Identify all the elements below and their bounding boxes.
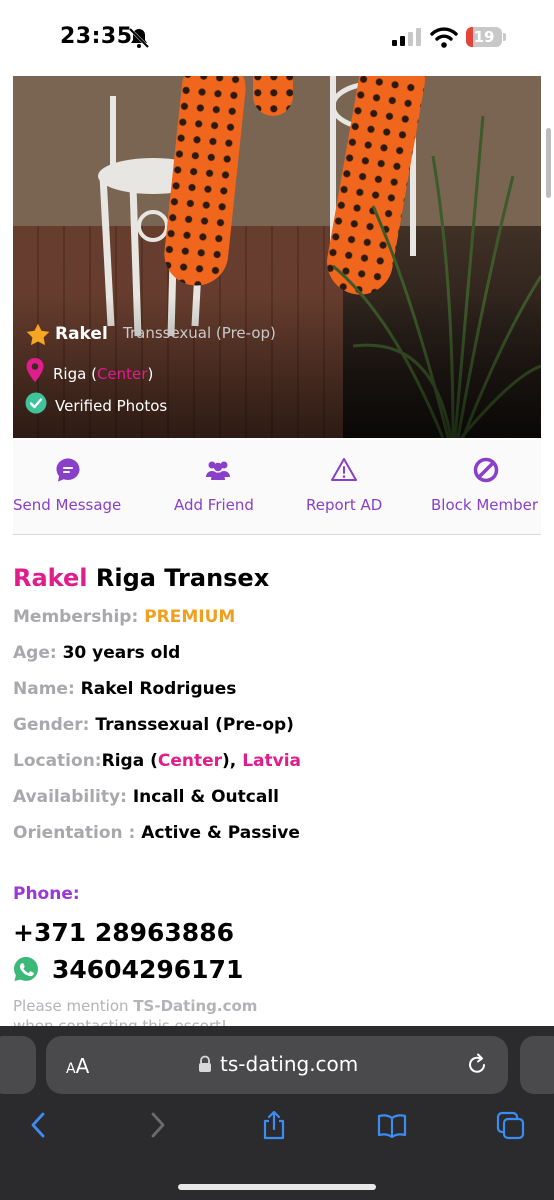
add-friend-button[interactable]: Add Friend — [161, 440, 273, 534]
hero-name: Rakel — [55, 324, 108, 344]
bookmarks-icon[interactable] — [377, 1110, 407, 1140]
hero-city: Riga — [53, 365, 87, 383]
next-tab-preview[interactable] — [520, 1036, 554, 1094]
block-member-button[interactable]: Block Member — [431, 440, 541, 534]
age-value: 30 years old — [62, 643, 181, 663]
name-row: Name: Rakel Rodrigues — [13, 679, 236, 699]
forward-icon[interactable] — [142, 1110, 172, 1140]
name-label: Name: — [13, 679, 75, 699]
battery-percentage: 19 — [473, 28, 495, 46]
verified-photos-label: Verified Photos — [55, 397, 168, 415]
users-icon — [206, 461, 230, 480]
availability-row: Availability: Incall & Outcall — [13, 787, 279, 807]
hero-location: Riga (Center) — [53, 365, 154, 383]
add-friend-label: Add Friend — [174, 496, 254, 514]
send-message-label: Send Message — [13, 496, 122, 514]
location-country-link[interactable]: Latvia — [242, 751, 301, 771]
location-city: Riga — [101, 751, 145, 771]
availability-value: Incall & Outcall — [132, 787, 279, 807]
membership-row: Membership: PREMIUM — [13, 607, 235, 627]
warning-icon — [331, 458, 357, 481]
orientation-value: Active & Passive — [141, 823, 300, 843]
profile-photo[interactable]: Rakel Transsexual (Pre-op) Riga (Center)… — [13, 76, 541, 438]
hero-district[interactable]: Center — [97, 365, 148, 383]
profile-title: Rakel Riga Transex — [13, 564, 269, 592]
back-icon[interactable] — [24, 1110, 54, 1140]
block-icon — [473, 457, 499, 483]
membership-value: PREMIUM — [144, 607, 236, 627]
location-district-link[interactable]: Center — [158, 751, 222, 771]
profile-actions: Send Message Add Friend Report AD Block … — [13, 440, 541, 535]
gender-label: Gender: — [13, 715, 90, 735]
report-ad-label: Report AD — [306, 496, 383, 514]
availability-label: Availability: — [13, 787, 127, 807]
address-bar[interactable]: AA ts-dating.com — [46, 1036, 508, 1094]
bell-slash-icon — [128, 27, 150, 49]
gender-row: Gender: Transsexual (Pre-op) — [13, 715, 294, 735]
tabs-icon[interactable] — [495, 1110, 525, 1140]
status-bar: 23:35 19 — [0, 0, 554, 76]
battery-icon: 19 — [466, 27, 502, 47]
lock-icon — [199, 1055, 211, 1072]
browser-toolbar: AA ts-dating.com — [0, 1026, 554, 1200]
location-pin-icon — [26, 358, 44, 382]
star-icon — [26, 323, 50, 346]
send-message-button[interactable]: Send Message — [13, 440, 125, 534]
gender-value: Transsexual (Pre-op) — [95, 715, 294, 735]
orientation-row: Orientation : Active & Passive — [13, 823, 300, 843]
hero-gender: Transsexual (Pre-op) — [123, 324, 276, 342]
reader-options-button[interactable]: AA — [66, 1054, 89, 1078]
reload-icon[interactable] — [466, 1052, 488, 1076]
previous-tab-preview[interactable] — [0, 1036, 36, 1094]
home-indicator[interactable] — [178, 1184, 376, 1190]
membership-label: Membership: — [13, 607, 139, 627]
profile-title-rest: Riga Transex — [95, 564, 270, 592]
mention-site: TS-Dating.com — [133, 997, 258, 1015]
check-circle-icon — [25, 392, 47, 414]
name-value: Rakel Rodrigues — [80, 679, 237, 699]
url-text[interactable]: ts-dating.com — [220, 1052, 358, 1076]
block-member-label: Block Member — [431, 496, 539, 514]
share-icon[interactable] — [259, 1110, 289, 1140]
whatsapp-icon[interactable] — [13, 956, 39, 982]
cellular-signal-icon — [392, 28, 421, 46]
chat-icon — [56, 458, 80, 482]
profile-title-name: Rakel — [13, 564, 88, 592]
location-row: Location:Riga (Center), Latvia — [13, 751, 301, 771]
location-label: Location: — [13, 751, 102, 771]
report-ad-button[interactable]: Report AD — [298, 440, 398, 534]
whatsapp-number[interactable]: 34604296171 — [52, 955, 243, 984]
phone-label: Phone: — [13, 884, 80, 904]
battery-cap — [503, 33, 506, 41]
status-time: 23:35 — [60, 24, 133, 49]
phone-number[interactable]: +371 28963886 — [13, 918, 234, 947]
age-label: Age: — [13, 643, 57, 663]
age-row: Age: 30 years old — [13, 643, 180, 663]
orientation-label: Orientation : — [13, 823, 136, 843]
scroll-indicator[interactable] — [546, 128, 551, 198]
wifi-icon — [430, 27, 458, 48]
mention-prefix: Please mention — [13, 997, 129, 1015]
photo-leg — [253, 76, 293, 116]
